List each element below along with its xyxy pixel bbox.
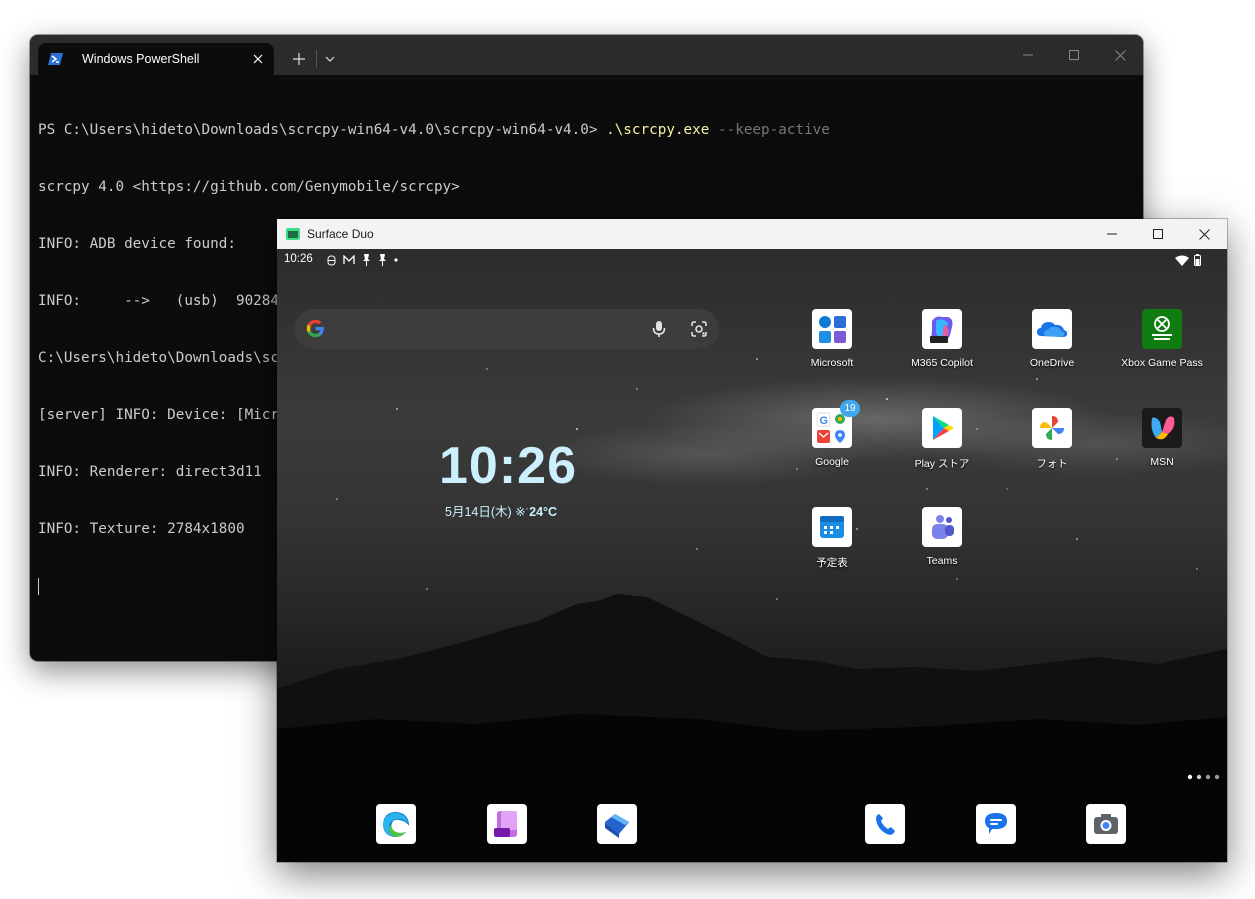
app-label: フォト xyxy=(1036,458,1068,470)
app-microsoft[interactable]: Microsoft xyxy=(782,309,882,369)
clock-widget[interactable]: 10:26 xyxy=(439,436,577,496)
maximize-button[interactable] xyxy=(1051,35,1097,75)
text-cursor xyxy=(38,577,39,595)
camera-icon[interactable] xyxy=(1086,804,1126,844)
scrcpy-app-icon xyxy=(286,228,300,240)
close-button[interactable] xyxy=(1097,35,1143,75)
app-xbox-game-pass[interactable]: Xbox Game Pass xyxy=(1112,309,1212,369)
todo-icon[interactable] xyxy=(597,804,637,844)
powershell-tab[interactable]: Windows PowerShell xyxy=(38,43,274,75)
app-label: Google xyxy=(815,456,849,468)
page-indicator[interactable] xyxy=(1186,773,1222,781)
command-line: PS C:\Users\hideto\Downloads\scrcpy-win6… xyxy=(38,121,1143,140)
minimize-button[interactable] xyxy=(1005,35,1051,75)
output-line: scrcpy 4.0 <https://github.com/Genymobil… xyxy=(38,179,460,195)
app-label: M365 Copilot xyxy=(911,357,973,369)
wifi-icon xyxy=(1175,255,1189,266)
xbox-game-pass-icon xyxy=(1142,309,1182,349)
microsoft-folder-icon xyxy=(812,309,852,349)
powershell-icon xyxy=(48,53,63,65)
pin-icon xyxy=(379,254,386,266)
status-time: 10:26 xyxy=(284,253,313,265)
new-tab-button[interactable] xyxy=(288,49,310,69)
pin-icon xyxy=(363,254,370,266)
prompt-text: PS C:\Users\hideto\Downloads\scrcpy-win6… xyxy=(38,122,607,138)
msn-icon xyxy=(1142,408,1182,448)
scrcpy-window: Surface Duo 10:26 10:26 5月14日(木) ※ 24°C … xyxy=(277,219,1227,862)
messages-icon[interactable] xyxy=(976,804,1016,844)
command-text: .\scrcpy.exe xyxy=(606,122,710,138)
app-label: 予定表 xyxy=(816,557,848,569)
onenote-icon[interactable] xyxy=(487,804,527,844)
onedrive-icon xyxy=(1032,309,1072,349)
powershell-tab-title: Windows PowerShell xyxy=(82,52,200,66)
teams-icon xyxy=(922,507,962,547)
minimize-button[interactable] xyxy=(1089,219,1135,249)
date-weather-widget[interactable]: 5月14日(木) ※ 24°C xyxy=(445,501,557,520)
system-status-icons xyxy=(1175,253,1201,267)
calendar-icon xyxy=(812,507,852,547)
app-onedrive[interactable]: OneDrive xyxy=(1002,309,1102,369)
mail-icon xyxy=(343,255,355,264)
scrcpy-window-title: Surface Duo xyxy=(307,227,374,241)
svg-text:G: G xyxy=(820,415,829,427)
more-notifications-icon xyxy=(394,258,398,262)
app-google[interactable]: G 19 Google xyxy=(782,400,882,468)
close-button[interactable] xyxy=(1181,219,1227,249)
app-label: Microsoft xyxy=(810,357,854,369)
app-calendar[interactable]: 予定表 xyxy=(782,507,882,570)
google-search-bar[interactable] xyxy=(294,309,719,349)
maximize-button[interactable] xyxy=(1135,219,1181,249)
app-photos[interactable]: フォト xyxy=(1002,408,1102,471)
temperature-text: 24°C xyxy=(529,505,558,519)
m365-copilot-icon xyxy=(922,309,962,349)
date-text: 5月14日(木) xyxy=(445,505,512,519)
app-label: Play ストア xyxy=(914,458,970,470)
microphone-icon[interactable] xyxy=(649,319,669,339)
close-tab-icon[interactable] xyxy=(250,51,266,67)
android-home-screen[interactable]: 10:26 10:26 5月14日(木) ※ 24°C Microsoft M3… xyxy=(277,249,1227,862)
play-store-icon xyxy=(922,408,962,448)
app-play-store[interactable]: Play ストア xyxy=(892,408,992,471)
google-logo-icon xyxy=(306,319,324,338)
scrcpy-titlebar[interactable]: Surface Duo xyxy=(277,219,1227,249)
tab-separator xyxy=(316,50,317,68)
notification-badge: 19 xyxy=(840,400,860,417)
weather-icon: ※ xyxy=(515,505,526,519)
app-msn[interactable]: MSN xyxy=(1112,408,1212,468)
powershell-titlebar[interactable]: Windows PowerShell xyxy=(30,35,1143,75)
app-m365-copilot[interactable]: M365 Copilot xyxy=(892,309,992,369)
app-label: OneDrive xyxy=(1029,357,1075,369)
app-teams[interactable]: Teams xyxy=(892,507,992,567)
notification-icons xyxy=(327,253,398,267)
app-label: Xbox Game Pass xyxy=(1121,357,1203,369)
chevron-down-icon[interactable] xyxy=(322,50,338,68)
app-label: MSN xyxy=(1150,456,1174,468)
command-param: --keep-active xyxy=(718,122,830,138)
photos-icon xyxy=(1032,408,1072,448)
phone-icon[interactable] xyxy=(865,804,905,844)
app-label: Teams xyxy=(926,555,958,567)
mute-icon xyxy=(327,255,336,265)
google-folder-icon: G 19 xyxy=(812,400,860,448)
google-lens-icon[interactable] xyxy=(689,319,709,339)
battery-icon xyxy=(1194,254,1201,266)
edge-icon[interactable] xyxy=(376,804,416,844)
